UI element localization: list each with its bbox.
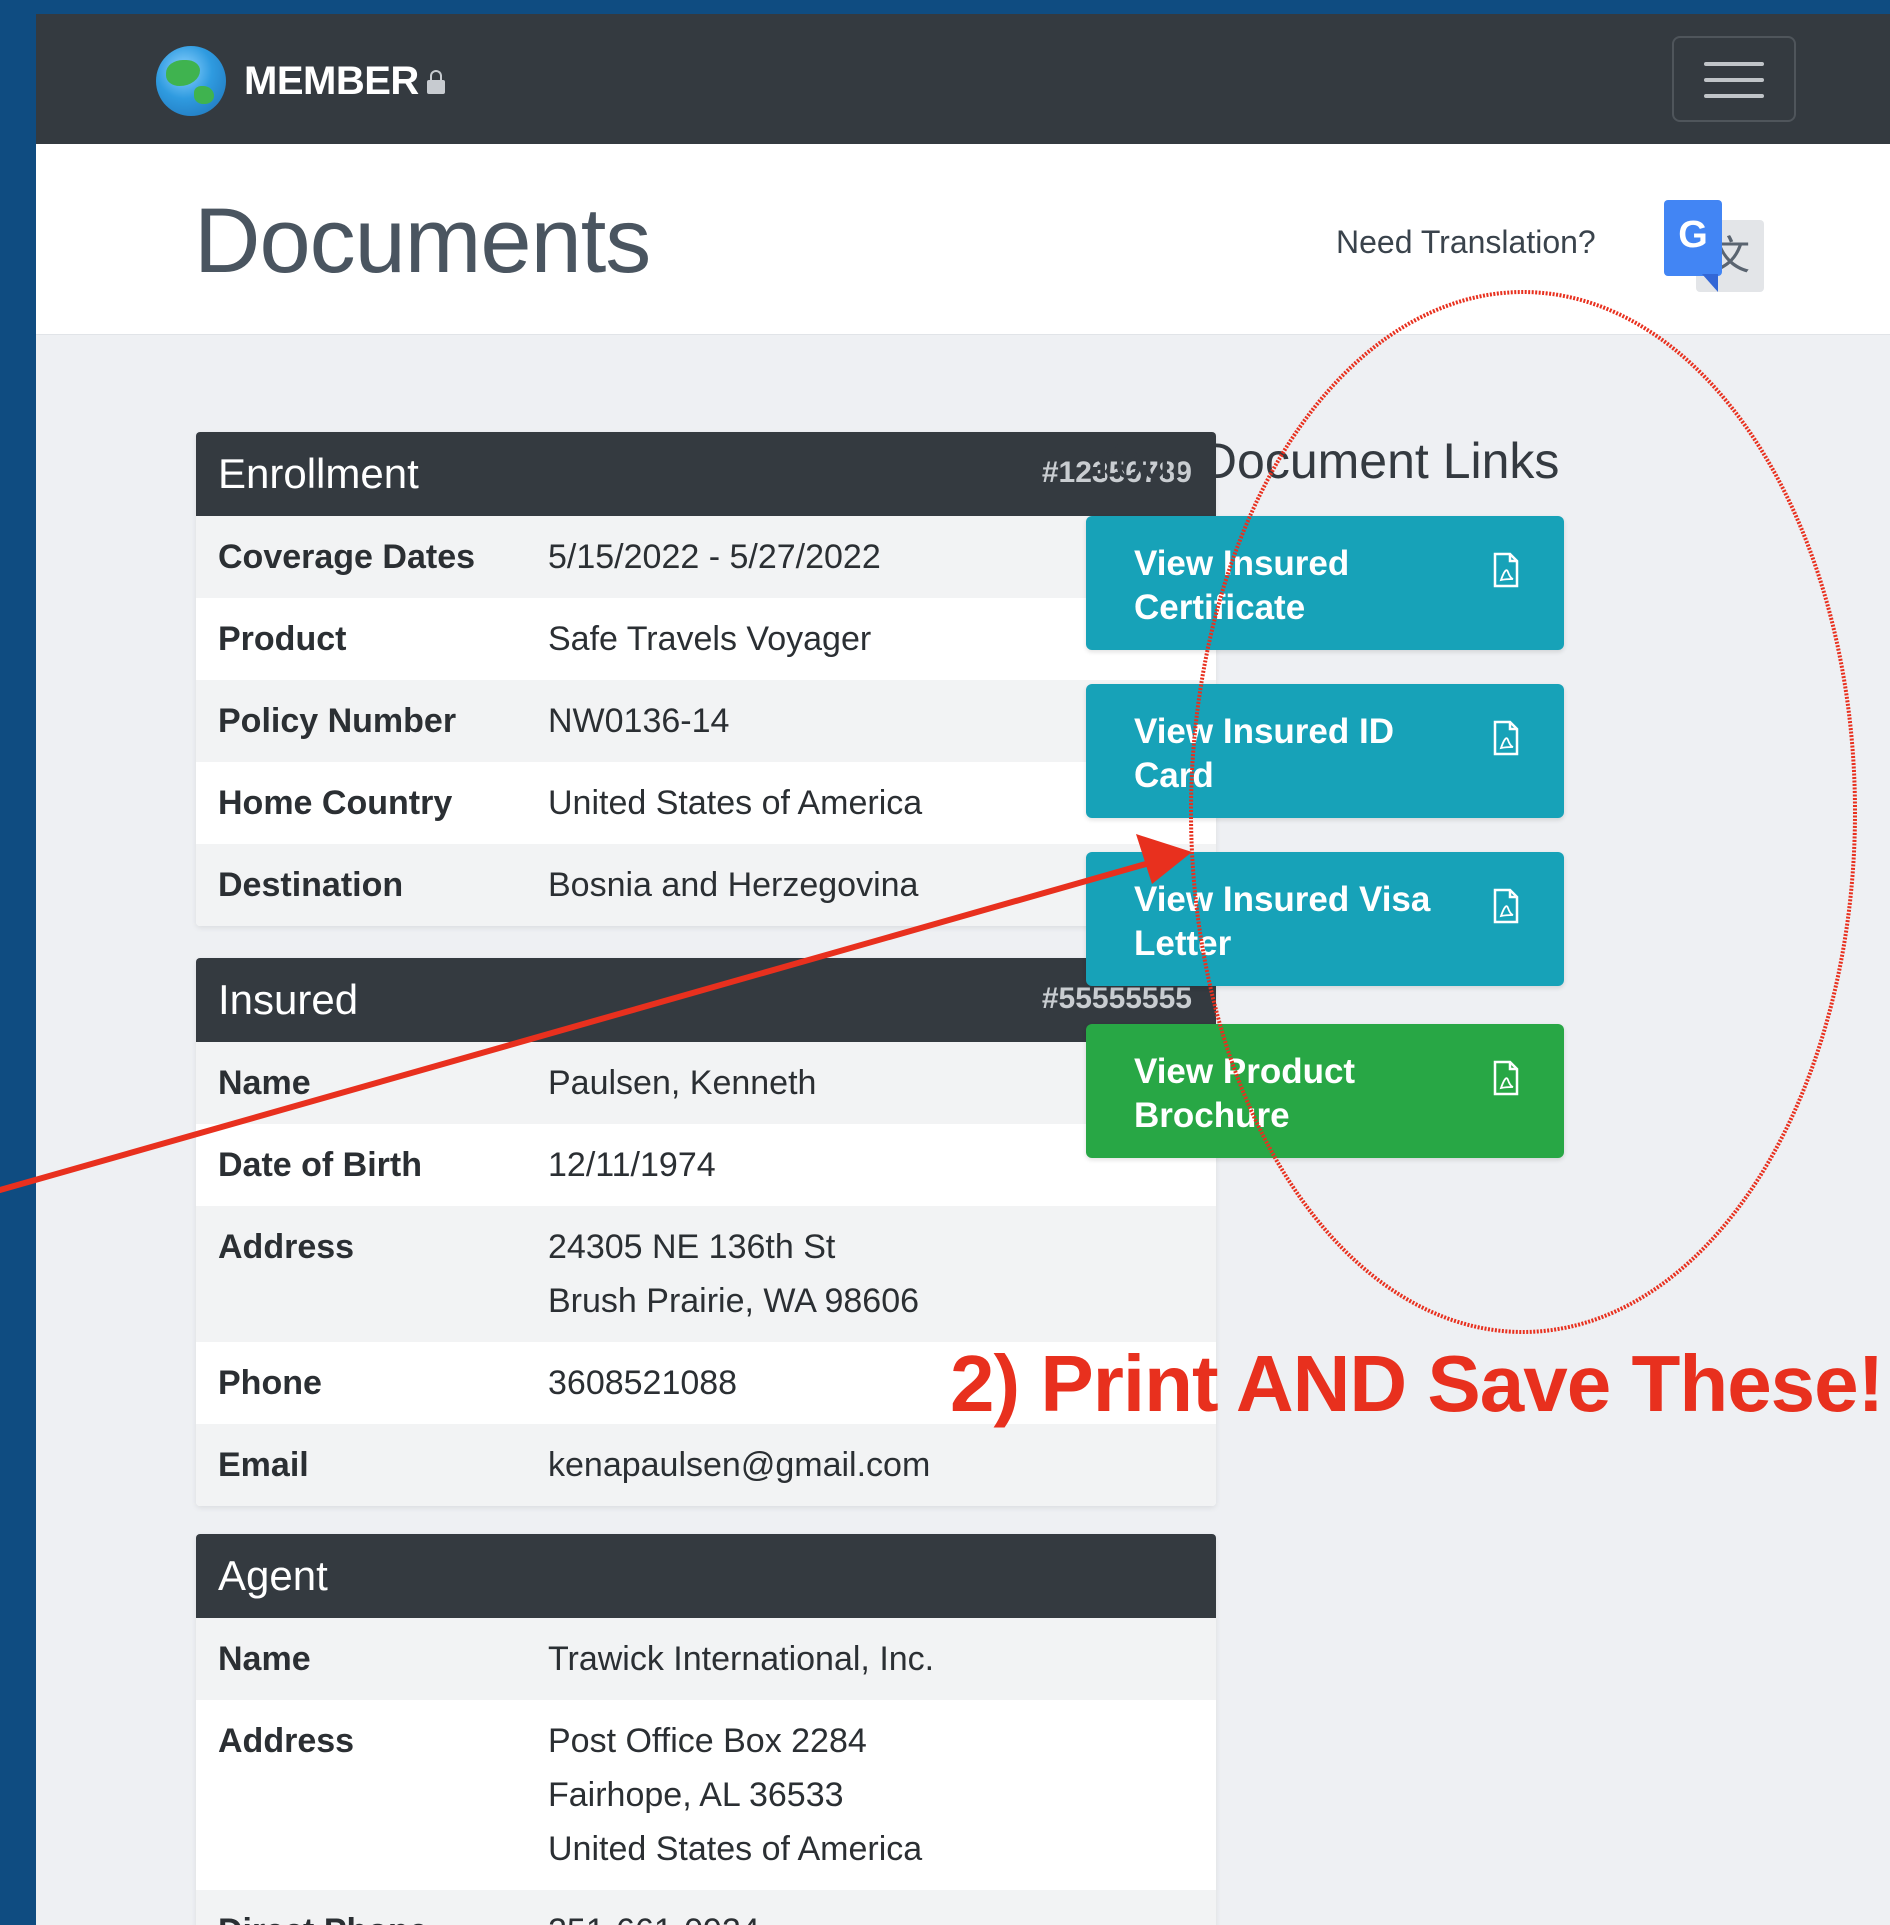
enrollment-rows: Coverage Dates 5/15/2022 - 5/27/2022 Pro… bbox=[196, 516, 1216, 926]
insured-number: #55555555 bbox=[1041, 982, 1192, 1015]
address-line: Brush Prairie, WA 98606 bbox=[548, 1282, 920, 1320]
pdf-file-icon bbox=[1493, 1060, 1519, 1096]
row-value: Post Office Box 2284 Fairhope, AL 36533 … bbox=[548, 1714, 1194, 1876]
row-label: Home Country bbox=[218, 784, 453, 822]
row-label: Product bbox=[218, 620, 347, 658]
lock-icon bbox=[426, 70, 445, 94]
button-label-line: Brochure bbox=[1134, 1096, 1290, 1135]
table-row: Destination Bosnia and Herzegovina bbox=[196, 844, 1216, 926]
row-label: Name bbox=[218, 1064, 311, 1102]
table-row: Date of Birth 12/11/1974 bbox=[196, 1124, 1216, 1206]
view-insured-certificate-button[interactable]: View Insured Certificate bbox=[1086, 516, 1564, 650]
table-row: Home Country United States of America bbox=[196, 762, 1216, 844]
table-row: Product Safe Travels Voyager bbox=[196, 598, 1216, 680]
row-label: Destination bbox=[218, 866, 404, 904]
button-label-line: Card bbox=[1134, 756, 1214, 795]
hamburger-line bbox=[1704, 78, 1764, 82]
row-label: Policy Number bbox=[218, 702, 457, 740]
hamburger-line bbox=[1704, 94, 1764, 98]
table-row: Address Post Office Box 2284 Fairhope, A… bbox=[196, 1700, 1216, 1890]
row-value: kenapaulsen@gmail.com bbox=[548, 1446, 931, 1484]
translate-icon-tail bbox=[1702, 274, 1718, 292]
row-value: 24305 NE 136th St Brush Prairie, WA 9860… bbox=[548, 1220, 1194, 1328]
globe-logo-icon bbox=[156, 46, 226, 116]
view-product-brochure-button[interactable]: View Product Brochure bbox=[1086, 1024, 1564, 1158]
table-row: Name Trawick International, Inc. bbox=[196, 1618, 1216, 1700]
button-label-line: View Insured Visa bbox=[1134, 880, 1431, 919]
page-header: Documents Need Translation? 文 G bbox=[36, 144, 1890, 335]
table-row: Direct Phone 251-661-0924 bbox=[196, 1890, 1216, 1925]
insured-rows: Name Paulsen, Kenneth Date of Birth 12/1… bbox=[196, 1042, 1216, 1506]
pdf-file-icon bbox=[1493, 888, 1519, 924]
button-label-line: Letter bbox=[1134, 924, 1232, 963]
insured-card-header: Insured #55555555 bbox=[196, 958, 1216, 1042]
address-line: Post Office Box 2284 bbox=[548, 1722, 867, 1760]
page-title: Documents bbox=[194, 190, 651, 292]
hamburger-menu-button[interactable] bbox=[1672, 36, 1796, 122]
address-line: 24305 NE 136th St bbox=[548, 1228, 836, 1266]
agent-card: Agent Name Trawick International, Inc. A… bbox=[196, 1534, 1216, 1925]
pdf-file-icon bbox=[1493, 552, 1519, 588]
row-label: Coverage Dates bbox=[218, 538, 476, 576]
hamburger-menu-icon bbox=[1704, 62, 1764, 66]
row-value: 251-661-0924 bbox=[548, 1904, 1194, 1925]
button-label-line: View Product bbox=[1134, 1052, 1356, 1091]
google-translate-icon[interactable]: 文 G bbox=[1664, 200, 1766, 296]
table-row: Coverage Dates 5/15/2022 - 5/27/2022 bbox=[196, 516, 1216, 598]
address-line: Fairhope, AL 36533 bbox=[548, 1776, 844, 1814]
table-row: Email kenapaulsen@gmail.com bbox=[196, 1424, 1216, 1506]
agent-rows: Name Trawick International, Inc. Address… bbox=[196, 1618, 1216, 1925]
agent-card-header: Agent bbox=[196, 1534, 1216, 1618]
row-value: Trawick International, Inc. bbox=[548, 1640, 935, 1678]
app-screen: MEMBER Documents Need Translation? 文 G E… bbox=[36, 14, 1890, 1925]
brand-text: MEMBER bbox=[244, 58, 419, 103]
annotation-text: 2) Print AND Save These! bbox=[950, 1339, 1884, 1428]
translate-label: Need Translation? bbox=[1336, 224, 1596, 260]
enrollment-card: Enrollment #12356789 Coverage Dates 5/15… bbox=[196, 432, 1216, 926]
navbar: MEMBER bbox=[36, 14, 1890, 144]
row-label: Email bbox=[218, 1446, 309, 1484]
insured-title: Insured bbox=[218, 976, 359, 1023]
table-row: Name Paulsen, Kenneth bbox=[196, 1042, 1216, 1124]
row-label: Date of Birth bbox=[218, 1146, 422, 1184]
table-row: Address 24305 NE 136th St Brush Prairie,… bbox=[196, 1206, 1216, 1342]
row-label: Address bbox=[218, 1228, 355, 1266]
brand-link[interactable]: MEMBER bbox=[156, 46, 445, 116]
enrollment-title: Enrollment bbox=[218, 450, 419, 497]
row-label: Name bbox=[218, 1640, 311, 1678]
button-label-line: View Insured bbox=[1134, 544, 1350, 583]
document-links-title: Your Document Links bbox=[1086, 433, 1560, 489]
button-label-line: View Insured ID bbox=[1134, 712, 1394, 751]
enrollment-card-header: Enrollment #12356789 bbox=[196, 432, 1216, 516]
agent-title: Agent bbox=[218, 1552, 328, 1599]
row-label: Address bbox=[218, 1722, 355, 1760]
view-insured-id-card-button[interactable]: View Insured ID Card bbox=[1086, 684, 1564, 818]
translate-front-glyph: G bbox=[1664, 200, 1722, 276]
pdf-file-icon bbox=[1493, 720, 1519, 756]
address-line: United States of America bbox=[548, 1830, 923, 1868]
row-label: Direct Phone bbox=[218, 1904, 548, 1925]
row-label: Phone bbox=[218, 1364, 322, 1402]
view-insured-visa-letter-button[interactable]: View Insured Visa Letter bbox=[1086, 852, 1564, 986]
button-label-line: Certificate bbox=[1134, 588, 1306, 627]
table-row: Policy Number NW0136-14 bbox=[196, 680, 1216, 762]
